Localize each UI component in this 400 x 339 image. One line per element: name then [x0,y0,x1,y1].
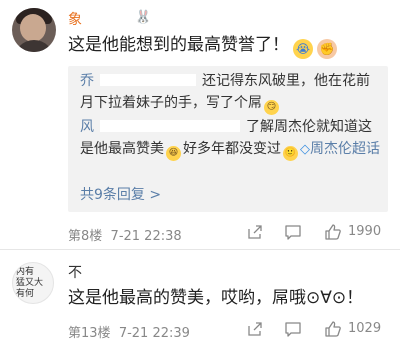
comment-meta: 第13楼 7-21 22:39 [68,322,190,339]
comment-icon[interactable] [284,320,302,338]
user-badge-icon: 🐰 [135,10,152,25]
reply-text-b: 好多年都没变过 [183,141,281,157]
diamond-icon: ◇ [300,142,310,157]
comment-icon[interactable] [284,223,302,241]
thumbs-up-icon[interactable] [324,320,342,338]
avatar-text: 内有 [16,267,35,277]
comment-actions: 1990 [238,223,388,243]
share-icon[interactable] [246,320,264,338]
floor-number: 第13楼 [68,326,111,339]
comment-text-content: 这是他能想到的最高赞誉了！ [68,35,289,55]
reply-thread[interactable]: 乔还记得东风破里，他在花前月下拉着妹子的手，写了个屌 😏 风了解周杰伦就知道这是他… [68,66,388,212]
avatar[interactable]: 内有 猛又大 有何 [12,262,54,304]
redacted-username [100,120,240,132]
share-icon[interactable] [246,223,264,241]
like-count: 1990 [348,224,382,239]
avatar-body [14,40,54,52]
floor-number: 第8楼 [68,229,103,244]
topic-link[interactable]: 周杰伦超话 [310,141,380,157]
comment-meta: 第8楼 7-21 22:38 [68,225,182,244]
avatar-face [20,14,46,42]
timestamp: 7-21 22:38 [110,229,182,244]
fist-icon: ✊ [317,39,337,59]
comment-text: 这是他能想到的最高赞誉了！ 😭 ✊ [68,33,337,59]
avatar-text: 猛又大 [16,278,44,288]
smile-face-icon: 🙂 [283,146,298,161]
reply-author[interactable]: 乔 [80,73,94,89]
smirk-face-icon: 😏 [264,100,279,115]
laughing-face-icon: 😆 [166,146,181,161]
reply-author[interactable]: 风 [80,119,94,135]
crying-face-icon: 😭 [293,39,313,59]
reply-item[interactable]: 风了解周杰伦就知道这是他最高赞美 😆 好多年都没变过 🙂 ◇周杰伦超话 [80,116,380,161]
avatar-text: 有何 [16,289,35,299]
avatar[interactable] [12,8,56,52]
more-replies-link[interactable]: 共9条回复 > [80,184,161,204]
comment-author[interactable]: 不 [68,262,82,282]
reply-item[interactable]: 乔还记得东风破里，他在花前月下拉着妹子的手，写了个屌 😏 [80,70,380,115]
comment-actions: 1029 [238,320,388,339]
redacted-username [100,74,196,86]
thumbs-up-icon[interactable] [324,223,342,241]
timestamp: 7-21 22:39 [118,326,190,339]
comment-item: 象 🐰 这是他能想到的最高赞誉了！ 😭 ✊ 乔还记得东风破里，他在花前月下拉着妹子的… [0,0,400,250]
comment-author[interactable]: 象 [68,9,82,29]
like-count: 1029 [348,321,382,336]
comment-text: 这是他最高的赞美，哎哟，屌哦⊙∀⊙！ [68,288,364,308]
